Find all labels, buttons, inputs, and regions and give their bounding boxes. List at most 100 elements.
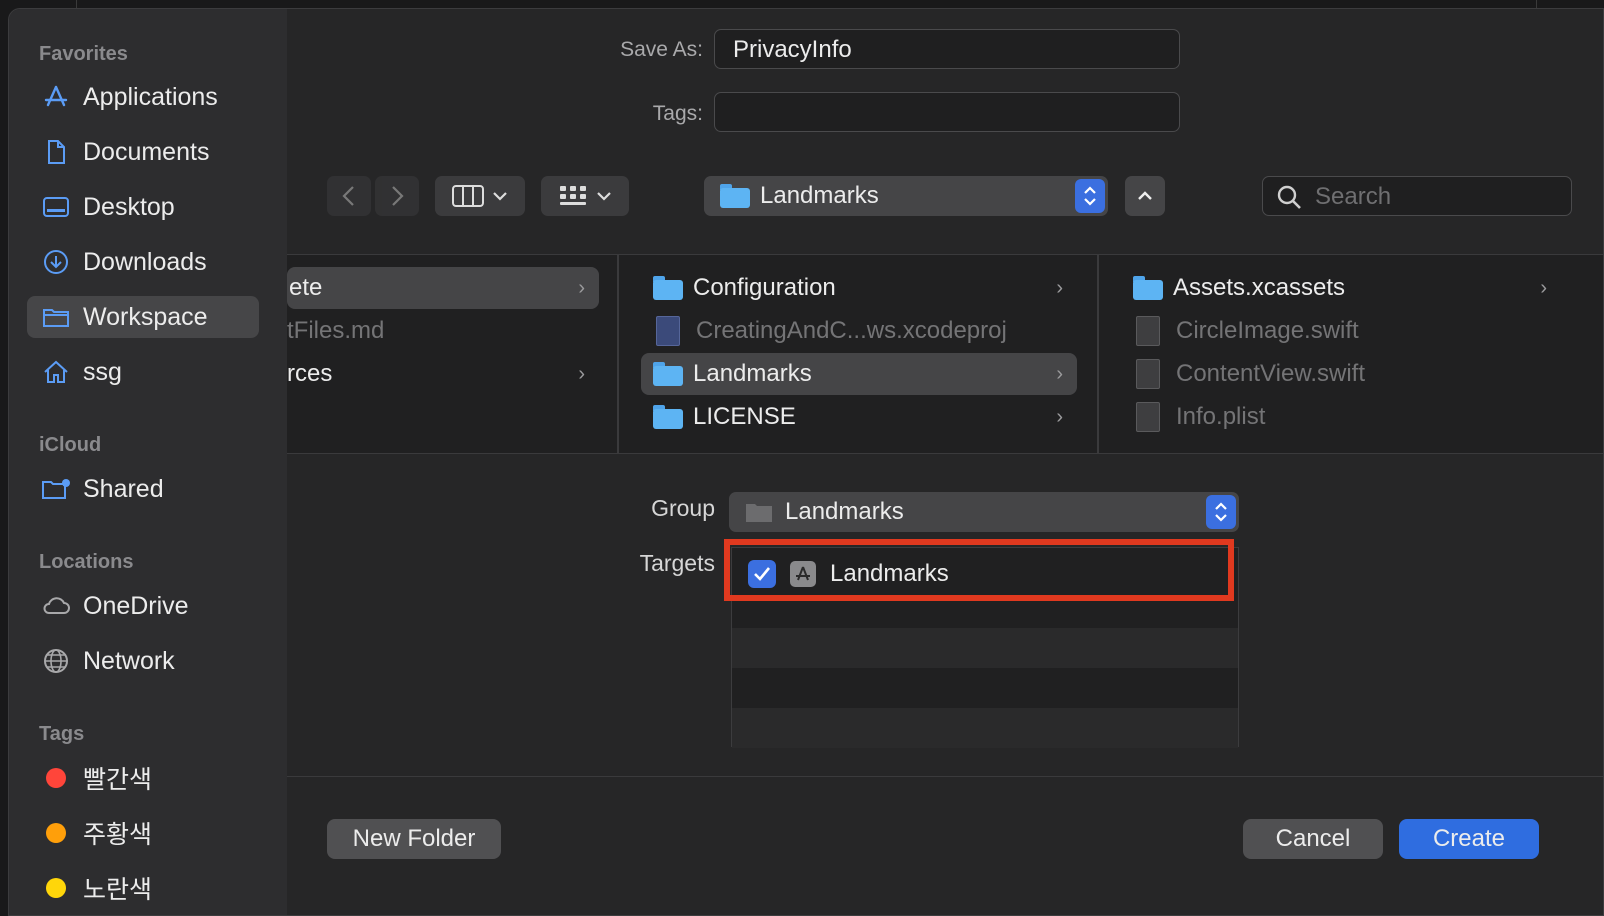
list-item[interactable]: CircleImage.swift xyxy=(1121,310,1561,352)
sidebar-item-applications[interactable]: Applications xyxy=(27,76,259,118)
chevron-right-icon: › xyxy=(1540,277,1547,299)
sidebar-item-network[interactable]: Network xyxy=(27,640,259,682)
icloud-header: iCloud xyxy=(39,434,102,456)
chevron-down-icon xyxy=(597,192,611,201)
targets-label: Targets xyxy=(639,550,715,576)
chevron-right-icon: › xyxy=(1056,277,1063,299)
list-item[interactable]: tFiles.md xyxy=(287,310,599,352)
list-item[interactable]: Landmarks › xyxy=(641,353,1077,395)
folder-icon xyxy=(720,184,750,208)
document-icon xyxy=(41,137,71,167)
location-popup[interactable]: Landmarks xyxy=(704,176,1108,216)
chevron-right-icon: › xyxy=(578,363,585,385)
grid-icon xyxy=(560,186,586,205)
sidebar-item-label: OneDrive xyxy=(83,591,189,620)
cancel-button[interactable]: Cancel xyxy=(1243,819,1383,859)
list-item[interactable]: ContentView.swift xyxy=(1121,353,1561,395)
sidebar-item-label: Documents xyxy=(83,137,210,166)
group-popup-value: Landmarks xyxy=(785,498,904,525)
create-button[interactable]: Create xyxy=(1399,819,1539,859)
folder-icon xyxy=(41,302,71,332)
folder-icon xyxy=(653,276,683,300)
swift-file-icon xyxy=(1136,316,1160,346)
sidebar-tag-red[interactable]: 빨간색 xyxy=(27,757,259,799)
sidebar-item-downloads[interactable]: Downloads xyxy=(27,241,259,283)
orange-tag-icon xyxy=(46,823,66,843)
sidebar-item-label: Applications xyxy=(83,82,218,111)
sidebar-item-label: 노란색 xyxy=(83,876,153,904)
list-item[interactable]: rces › xyxy=(287,353,599,395)
sidebar-item-label: Network xyxy=(83,646,175,675)
sidebar-item-onedrive[interactable]: OneDrive xyxy=(27,585,259,627)
folder-icon xyxy=(1133,276,1163,300)
folder-icon xyxy=(653,405,683,429)
sidebar-item-workspace[interactable]: Workspace xyxy=(27,296,259,338)
sidebar-item-documents[interactable]: Documents xyxy=(27,131,259,173)
list-item[interactable]: Info.plist xyxy=(1121,396,1561,438)
column-divider xyxy=(617,255,619,453)
sidebar-tag-yellow[interactable]: 노란색 xyxy=(27,867,259,909)
popup-stepper-icon xyxy=(1206,495,1236,529)
list-item[interactable]: ete › xyxy=(287,267,599,309)
home-icon xyxy=(41,357,71,387)
tags-field[interactable] xyxy=(714,92,1180,132)
sidebar-item-label: Workspace xyxy=(83,302,208,331)
file-browser: ete › tFiles.md rces › Configuration › C… xyxy=(287,254,1603,454)
xcodeproj-icon xyxy=(656,316,680,346)
group-popup[interactable]: Landmarks xyxy=(729,492,1239,532)
chevron-right-icon xyxy=(392,186,404,206)
save-as-field[interactable]: PrivacyInfo xyxy=(714,29,1180,69)
list-item[interactable]: CreatingAndC...ws.xcodeproj xyxy=(641,310,1077,352)
search-field[interactable]: Search xyxy=(1262,176,1572,216)
chevron-up-icon xyxy=(1138,191,1152,200)
list-item[interactable]: LICENSE › xyxy=(641,396,1077,438)
sidebar-item-label: Downloads xyxy=(83,247,207,276)
sidebar-item-shared[interactable]: Shared xyxy=(27,468,259,510)
favorites-header: Favorites xyxy=(39,43,128,65)
chevron-right-icon: › xyxy=(578,277,585,299)
save-as-value: PrivacyInfo xyxy=(733,36,852,63)
sidebar-item-label: 주황색 xyxy=(83,821,153,849)
forward-button[interactable] xyxy=(375,176,419,216)
background-divider xyxy=(1536,0,1537,8)
sidebar-tag-orange[interactable]: 주황색 xyxy=(27,812,259,854)
collapse-button[interactable] xyxy=(1125,176,1165,216)
shared-folder-icon xyxy=(41,474,71,504)
sidebar: Favorites Applications Documents Desktop… xyxy=(9,9,287,915)
chevron-left-icon xyxy=(342,186,354,206)
chevron-right-icon: › xyxy=(1056,406,1063,428)
tags-label: Tags: xyxy=(652,102,703,125)
list-item[interactable]: Assets.xcassets › xyxy=(1121,267,1561,309)
new-folder-button[interactable]: New Folder xyxy=(327,819,501,859)
sidebar-item-desktop[interactable]: Desktop xyxy=(27,186,259,228)
folder-icon xyxy=(746,504,772,522)
red-tag-icon xyxy=(46,768,66,788)
column-divider xyxy=(1097,255,1099,453)
column-view-button[interactable] xyxy=(435,176,525,216)
back-button[interactable] xyxy=(327,176,371,216)
sidebar-item-label: Shared xyxy=(83,474,164,503)
plist-file-icon xyxy=(1136,402,1160,432)
group-view-button[interactable] xyxy=(541,176,629,216)
sidebar-item-ssg[interactable]: ssg xyxy=(27,351,259,393)
location-popup-value: Landmarks xyxy=(760,182,879,209)
highlight-box xyxy=(724,539,1234,601)
yellow-tag-icon xyxy=(46,878,66,898)
footer-divider xyxy=(287,776,1603,777)
sidebar-item-label: 빨간색 xyxy=(83,766,153,794)
locations-header: Locations xyxy=(39,551,134,573)
chevron-down-icon xyxy=(493,192,507,201)
sidebar-item-label: Desktop xyxy=(83,192,175,221)
save-dialog: Favorites Applications Documents Desktop… xyxy=(8,8,1604,916)
folder-icon xyxy=(653,362,683,386)
app-store-icon xyxy=(41,82,71,112)
column-view-icon xyxy=(452,185,484,207)
search-icon xyxy=(1277,185,1301,209)
group-label: Group xyxy=(651,495,715,521)
tags-header: Tags xyxy=(39,723,85,745)
list-item[interactable]: Configuration › xyxy=(641,267,1077,309)
swift-file-icon xyxy=(1136,359,1160,389)
sidebar-item-label: ssg xyxy=(83,357,122,386)
download-icon xyxy=(41,247,71,277)
popup-stepper-icon xyxy=(1075,179,1105,213)
